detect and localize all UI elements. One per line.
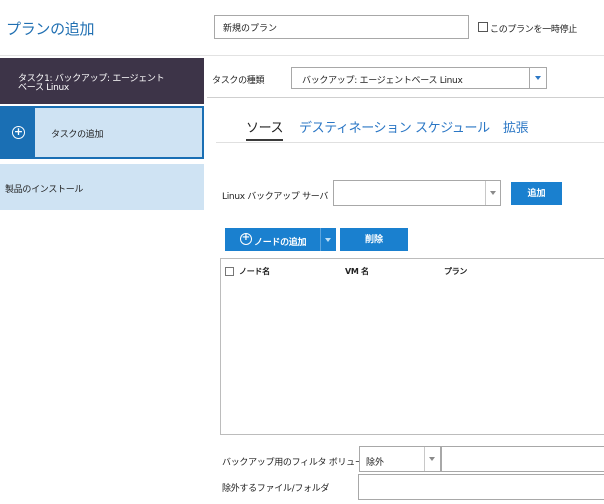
exclude-files-input[interactable] [358,474,604,500]
sidebar-item-task-1[interactable]: タスク1: バックアップ: エージェント ベース Linux [0,58,204,104]
add-node-button[interactable]: + ノードの追加 [225,228,336,251]
tab-divider [216,142,604,143]
task-type-label: タスクの種類 [212,76,265,86]
node-table[interactable]: ノード名 VM 名 プラン [220,258,604,435]
tab-advanced[interactable]: 拡張 [503,117,529,136]
chevron-down-icon [325,238,331,242]
sidebar-item-label-line2: ベース Linux [18,83,69,93]
tab-schedule[interactable]: スケジュール [415,117,490,136]
pause-plan-checkbox[interactable] [478,22,488,32]
filter-volume-label: バックアップ用のフィルタ ボリューム [222,458,373,468]
chevron-down-icon [535,76,541,80]
tab-destination[interactable]: デスティネーション [299,117,412,136]
select-all-checkbox[interactable] [225,267,234,276]
chevron-down-icon [429,457,435,461]
pause-plan-label[interactable]: このプランを一時停止 [490,22,577,35]
add-node-label: ノードの追加 [254,238,307,248]
filter-volume-dropdown-button[interactable] [424,447,440,471]
task-type-select[interactable]: バックアップ: エージェントベース Linux [291,67,547,89]
exclude-files-label: 除外するファイル/フォルダ [222,484,330,494]
plus-circle-icon: + [240,232,252,245]
add-server-button[interactable]: 追加 [511,182,562,205]
sidebar-item-add-task[interactable]: + タスクの追加 [0,106,204,159]
chevron-down-icon [490,191,496,195]
filter-volume-input[interactable] [441,446,604,472]
delete-node-button[interactable]: 削除 [340,228,408,251]
column-header-node-name[interactable]: ノード名 [239,266,270,277]
sidebar-item-label[interactable]: タスクの追加 [35,108,202,157]
backup-server-dropdown-button[interactable] [485,181,500,205]
page-title: プランの追加 [6,20,95,38]
backup-server-select[interactable] [333,180,501,206]
column-header-plan[interactable]: プラン [444,266,467,277]
add-node-dropdown-button[interactable] [321,228,336,251]
tab-source[interactable]: ソース [246,117,284,136]
active-tab-indicator [246,139,283,141]
plus-circle-icon: + [12,125,25,139]
header-divider [0,55,604,56]
task-type-divider [207,97,604,98]
plan-name-input[interactable] [214,15,469,39]
column-header-vm-name[interactable]: VM 名 [345,266,369,277]
backup-server-label: Linux バックアップ サーバ [222,192,329,202]
task-type-dropdown-button[interactable] [529,68,546,88]
sidebar-item-install-products[interactable]: 製品のインストール [0,164,204,210]
